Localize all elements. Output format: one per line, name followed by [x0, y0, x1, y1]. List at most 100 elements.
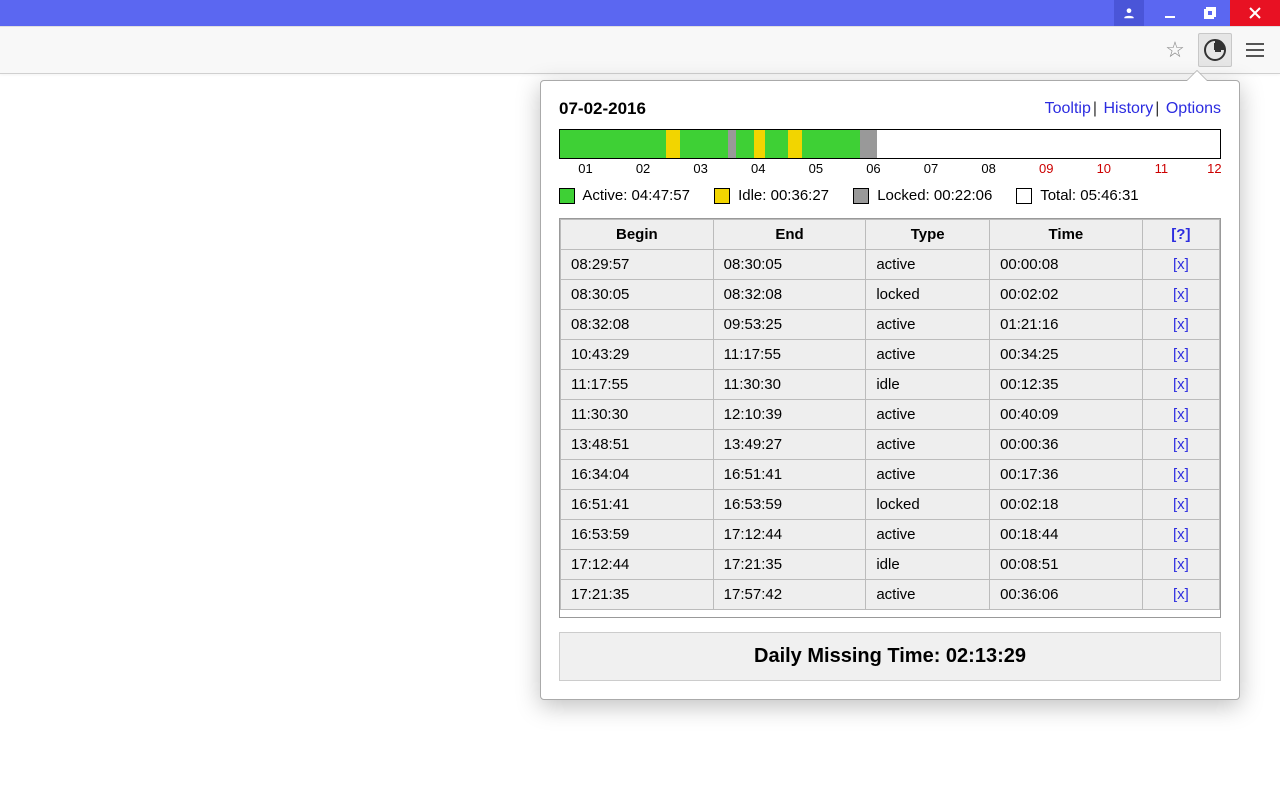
- cell-delete[interactable]: [x]: [1142, 280, 1219, 310]
- timeline-segment-locked: [860, 130, 877, 158]
- cell-type: active: [866, 520, 990, 550]
- legend-idle: Idle: 00:36:27: [714, 187, 829, 204]
- cell-time: 01:21:16: [990, 310, 1143, 340]
- timeline-segment-idle: [754, 130, 765, 158]
- legend-locked: Locked: 00:22:06: [853, 187, 992, 204]
- cell-type: active: [866, 400, 990, 430]
- tick-label: 11: [1155, 161, 1169, 176]
- table-row: 11:17:5511:30:30idle00:12:35[x]: [561, 370, 1220, 400]
- cell-time: 00:08:51: [990, 550, 1143, 580]
- table-row: 16:53:5917:12:44active00:18:44[x]: [561, 520, 1220, 550]
- cell-delete[interactable]: [x]: [1142, 400, 1219, 430]
- table-row: 10:43:2911:17:55active00:34:25[x]: [561, 340, 1220, 370]
- cell-delete[interactable]: [x]: [1142, 250, 1219, 280]
- cell-delete[interactable]: [x]: [1142, 520, 1219, 550]
- cell-type: active: [866, 580, 990, 610]
- timeline-segment-active: [736, 130, 754, 158]
- cell-end: 08:32:08: [713, 280, 866, 310]
- cell-time: 00:17:36: [990, 460, 1143, 490]
- cell-begin: 11:30:30: [561, 400, 714, 430]
- activity-table-scroll[interactable]: Begin End Type Time [?] 08:29:5708:30:05…: [560, 219, 1220, 617]
- cell-type: idle: [866, 370, 990, 400]
- col-end: End: [713, 220, 866, 250]
- col-begin: Begin: [561, 220, 714, 250]
- menu-hamburger-icon[interactable]: [1238, 33, 1272, 67]
- minimize-button[interactable]: [1150, 0, 1190, 26]
- cell-delete[interactable]: [x]: [1142, 310, 1219, 340]
- bookmark-star-icon[interactable]: ☆: [1158, 33, 1192, 67]
- maximize-button[interactable]: [1190, 0, 1230, 26]
- cell-begin: 08:29:57: [561, 250, 714, 280]
- col-time: Time: [990, 220, 1143, 250]
- cell-end: 16:53:59: [713, 490, 866, 520]
- cell-delete[interactable]: [x]: [1142, 370, 1219, 400]
- col-help[interactable]: [?]: [1142, 220, 1219, 250]
- cell-delete[interactable]: [x]: [1142, 460, 1219, 490]
- activity-table-wrapper: Begin End Type Time [?] 08:29:5708:30:05…: [559, 218, 1221, 618]
- cell-begin: 10:43:29: [561, 340, 714, 370]
- cell-time: 00:00:36: [990, 430, 1143, 460]
- cell-time: 00:02:18: [990, 490, 1143, 520]
- tick-label: 03: [693, 161, 707, 176]
- tooltip-link[interactable]: Tooltip: [1045, 100, 1091, 117]
- extension-clock-icon[interactable]: [1198, 33, 1232, 67]
- popup-links: Tooltip| History| Options: [1045, 100, 1221, 118]
- user-icon[interactable]: [1114, 0, 1144, 26]
- cell-end: 17:12:44: [713, 520, 866, 550]
- cell-type: active: [866, 250, 990, 280]
- timeline-ticks: 010203040506070809101112: [559, 161, 1221, 179]
- cell-begin: 17:21:35: [561, 580, 714, 610]
- cell-begin: 08:32:08: [561, 310, 714, 340]
- tick-label: 08: [981, 161, 995, 176]
- close-button[interactable]: [1230, 0, 1280, 26]
- cell-type: active: [866, 340, 990, 370]
- cell-delete[interactable]: [x]: [1142, 430, 1219, 460]
- cell-type: active: [866, 460, 990, 490]
- table-row: 17:21:3517:57:42active00:36:06[x]: [561, 580, 1220, 610]
- cell-begin: 11:17:55: [561, 370, 714, 400]
- table-row: 08:29:5708:30:05active00:00:08[x]: [561, 250, 1220, 280]
- browser-toolbar: ☆: [0, 26, 1280, 74]
- cell-end: 09:53:25: [713, 310, 866, 340]
- table-row: 16:51:4116:53:59locked00:02:18[x]: [561, 490, 1220, 520]
- popup-date: 07-02-2016: [559, 99, 646, 119]
- cell-end: 12:10:39: [713, 400, 866, 430]
- cell-end: 17:21:35: [713, 550, 866, 580]
- window-titlebar: [0, 0, 1280, 26]
- tick-label: 04: [751, 161, 765, 176]
- timeline-segment-active: [802, 130, 860, 158]
- cell-time: 00:36:06: [990, 580, 1143, 610]
- cell-begin: 08:30:05: [561, 280, 714, 310]
- cell-time: 00:00:08: [990, 250, 1143, 280]
- tick-label: 06: [866, 161, 880, 176]
- tick-label: 09: [1039, 161, 1053, 176]
- cell-delete[interactable]: [x]: [1142, 490, 1219, 520]
- table-row: 13:48:5113:49:27active00:00:36[x]: [561, 430, 1220, 460]
- cell-begin: 16:53:59: [561, 520, 714, 550]
- cell-begin: 13:48:51: [561, 430, 714, 460]
- tick-label: 02: [636, 161, 650, 176]
- legend-total: Total: 05:46:31: [1016, 187, 1138, 204]
- activity-table: Begin End Type Time [?] 08:29:5708:30:05…: [560, 219, 1220, 610]
- cell-delete[interactable]: [x]: [1142, 340, 1219, 370]
- cell-delete[interactable]: [x]: [1142, 580, 1219, 610]
- timeline-segment-idle: [666, 130, 681, 158]
- cell-end: 11:17:55: [713, 340, 866, 370]
- legend-active: Active: 04:47:57: [559, 187, 690, 204]
- cell-type: locked: [866, 280, 990, 310]
- history-link[interactable]: History: [1103, 100, 1153, 117]
- cell-delete[interactable]: [x]: [1142, 550, 1219, 580]
- options-link[interactable]: Options: [1166, 100, 1221, 117]
- table-row: 11:30:3012:10:39active00:40:09[x]: [561, 400, 1220, 430]
- tick-label: 01: [578, 161, 592, 176]
- table-row: 08:30:0508:32:08locked00:02:02[x]: [561, 280, 1220, 310]
- cell-time: 00:12:35: [990, 370, 1143, 400]
- cell-type: active: [866, 310, 990, 340]
- timeline-segment-active: [765, 130, 787, 158]
- legend: Active: 04:47:57 Idle: 00:36:27 Locked: …: [559, 187, 1221, 204]
- timeline-segment-active: [560, 130, 666, 158]
- table-row: 08:32:0809:53:25active01:21:16[x]: [561, 310, 1220, 340]
- cell-end: 17:57:42: [713, 580, 866, 610]
- cell-begin: 17:12:44: [561, 550, 714, 580]
- cell-time: 00:02:02: [990, 280, 1143, 310]
